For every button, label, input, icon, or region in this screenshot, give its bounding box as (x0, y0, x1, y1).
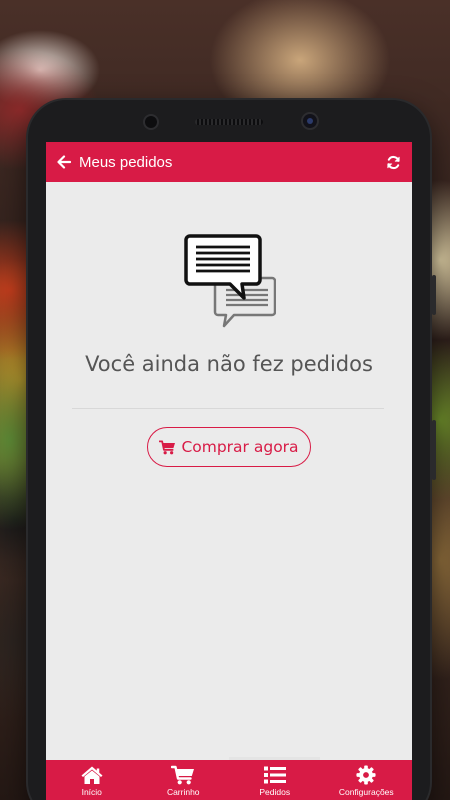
chat-bubbles-icon (184, 234, 276, 328)
tab-configuracoes[interactable]: Configurações (321, 760, 413, 800)
home-icon (81, 766, 103, 784)
tab-label-carrinho: Carrinho (166, 787, 200, 797)
empty-orders-message: Você ainda não fez pedidos (85, 352, 373, 376)
tab-label-pedidos: Pedidos (259, 787, 291, 797)
refresh-button[interactable] (378, 142, 408, 182)
tab-carrinho[interactable]: Carrinho (138, 760, 230, 800)
arrow-left-icon (57, 155, 71, 169)
cart-icon (159, 440, 176, 454)
app-bar: Meus pedidos (46, 142, 412, 182)
tab-inicio[interactable]: Início (46, 760, 138, 800)
app-screen: Meus pedidos Você ainda não fez pedidos … (46, 142, 412, 800)
list-icon (263, 766, 286, 784)
divider (72, 408, 384, 409)
bottom-tab-bar: Início Carrinho Pedidos Configurações (46, 760, 412, 800)
back-button[interactable] (50, 142, 78, 182)
buy-now-button[interactable]: Comprar agora (147, 427, 311, 467)
tab-label-inicio: Início (81, 787, 102, 797)
orders-empty-state: Você ainda não fez pedidos Comprar agora (46, 182, 412, 760)
earpiece-speaker (195, 119, 263, 125)
gear-icon (356, 765, 376, 785)
phone-volume-button (432, 275, 436, 315)
tab-label-configuracoes: Configurações (338, 787, 394, 797)
page-title: Meus pedidos (79, 153, 173, 171)
phone-power-button (432, 420, 436, 480)
tab-pedidos[interactable]: Pedidos (229, 760, 321, 800)
buy-now-label: Comprar agora (181, 438, 299, 456)
proximity-sensor (303, 114, 317, 128)
cart-icon (171, 765, 195, 785)
front-camera (145, 116, 157, 128)
refresh-icon (386, 155, 400, 169)
